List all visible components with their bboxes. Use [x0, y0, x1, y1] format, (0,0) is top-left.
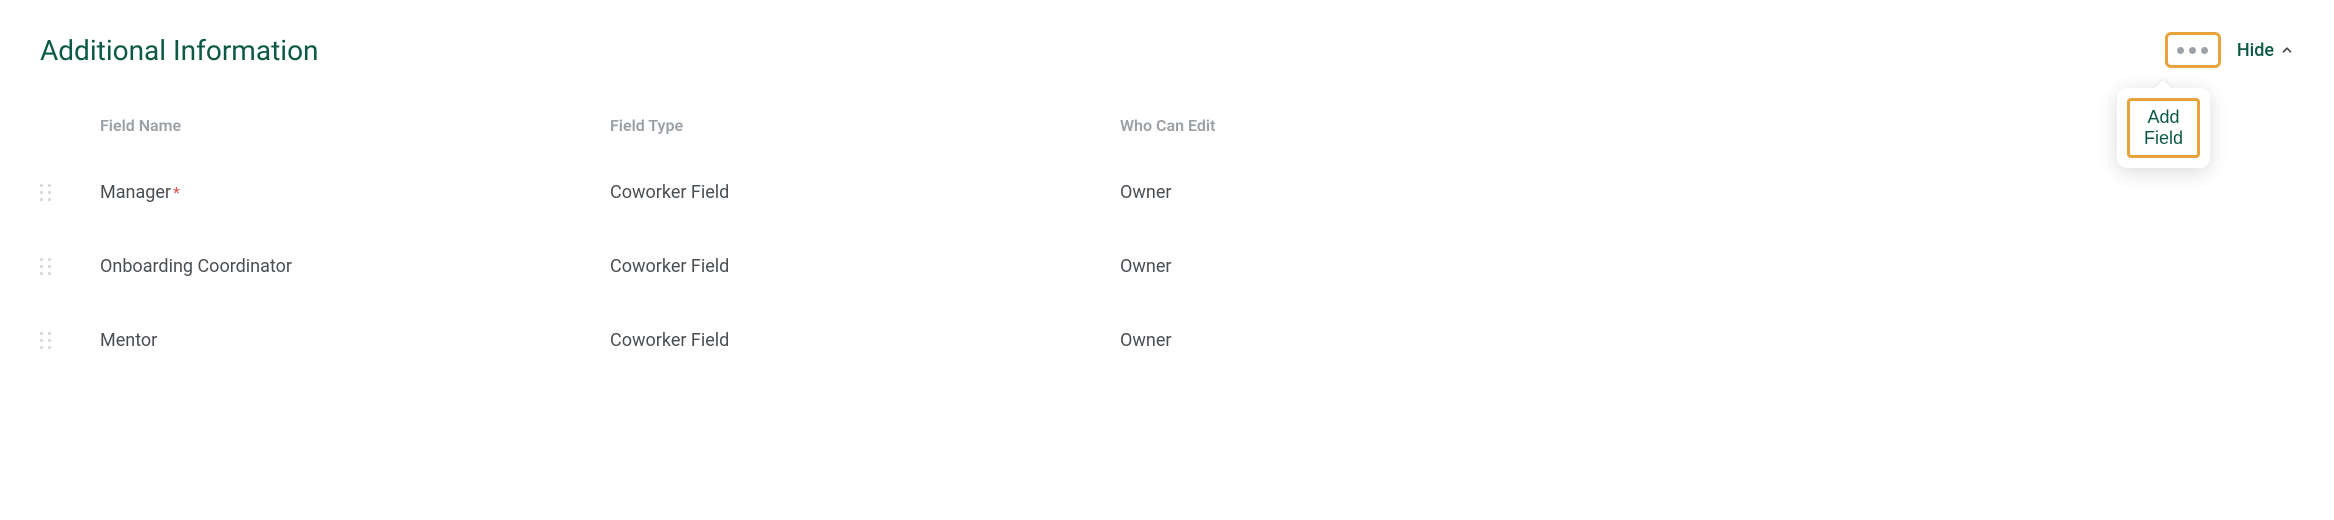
- field-name-cell: Onboarding Coordinator: [100, 256, 610, 277]
- field-name-text: Onboarding Coordinator: [100, 256, 292, 277]
- field-who-cell: Owner: [1120, 182, 2294, 203]
- ellipsis-icon: [2189, 47, 2196, 54]
- field-who-cell: Owner: [1120, 256, 2294, 277]
- table-row: Onboarding Coordinator Coworker Field Ow…: [40, 229, 2294, 303]
- col-name-header: Field Name: [100, 116, 610, 135]
- drag-handle-icon[interactable]: [40, 329, 54, 351]
- drag-handle-cell: [40, 181, 100, 203]
- more-actions-button[interactable]: [2165, 32, 2221, 68]
- field-type-cell: Coworker Field: [610, 256, 1120, 277]
- drag-handle-icon[interactable]: [40, 181, 54, 203]
- drag-handle-cell: [40, 329, 100, 351]
- drag-handle-icon[interactable]: [40, 255, 54, 277]
- actions-popover: Add Field: [2117, 88, 2210, 168]
- field-name-cell: Mentor: [100, 330, 610, 351]
- hide-toggle[interactable]: Hide: [2237, 40, 2294, 61]
- chevron-up-icon: [2280, 43, 2294, 57]
- drag-handle-cell: [40, 255, 100, 277]
- section-title: Additional Information: [40, 34, 319, 67]
- field-name-text: Manager: [100, 182, 171, 203]
- field-name-cell: Manager*: [100, 182, 610, 203]
- section-header: Additional Information Hide Add Field: [40, 32, 2294, 68]
- field-type-cell: Coworker Field: [610, 182, 1120, 203]
- add-field-button[interactable]: Add Field: [2127, 98, 2200, 158]
- ellipsis-icon: [2201, 47, 2208, 54]
- header-actions: Hide Add Field: [2165, 32, 2294, 68]
- col-type-header: Field Type: [610, 116, 1120, 135]
- fields-table: Field Name Field Type Who Can Edit Manag…: [40, 116, 2294, 377]
- ellipsis-icon: [2177, 47, 2184, 54]
- table-row: Manager* Coworker Field Owner: [40, 155, 2294, 229]
- table-row: Mentor Coworker Field Owner: [40, 303, 2294, 377]
- field-name-text: Mentor: [100, 330, 157, 351]
- hide-label: Hide: [2237, 40, 2274, 61]
- field-type-cell: Coworker Field: [610, 330, 1120, 351]
- col-handle-header: [40, 116, 100, 135]
- field-who-cell: Owner: [1120, 330, 2294, 351]
- required-asterisk-icon: *: [173, 183, 180, 202]
- table-header-row: Field Name Field Type Who Can Edit: [40, 116, 2294, 155]
